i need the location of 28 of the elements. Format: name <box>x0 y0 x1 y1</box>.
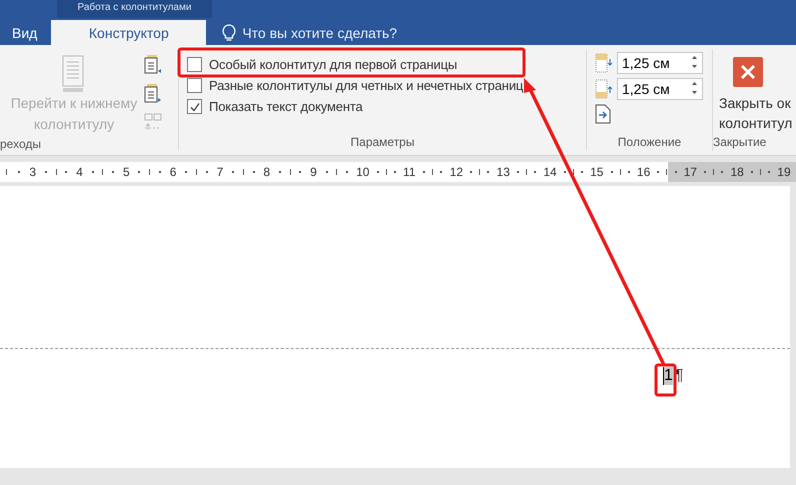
page-number: 1 <box>663 367 673 385</box>
checkbox-label: Показать текст документа <box>209 99 363 114</box>
header-position-icon <box>595 53 613 73</box>
footer-position-icon <box>595 79 613 99</box>
ribbon-tab[interactable]: Конструктор <box>51 20 206 45</box>
checkbox-label: Особый колонтитул для первой страницы <box>209 57 458 72</box>
insert-alignment-tab-icon[interactable] <box>595 104 611 124</box>
tell-me-placeholder: Что вы хотите сделать? <box>242 24 398 40</box>
tell-me-field[interactable]: Что вы хотите сделать? <box>222 20 398 45</box>
margin-spinner[interactable]: 1,25 см <box>617 52 703 74</box>
group-label: реходы <box>0 136 42 153</box>
ruler: 3 4 5 6 7 8 9 10 11 12 13 14 15 16 17 18 19 <box>0 162 796 182</box>
checkbox-label: Разные колонтитулы для четных и нечетных страниц <box>209 78 524 93</box>
lightbulb-icon <box>222 24 236 42</box>
ribbon-tab[interactable]: Вид <box>0 20 50 45</box>
close-header-footer-button[interactable]: Закрыть ок колонтитул <box>719 57 792 133</box>
group-label: Положение <box>616 134 682 151</box>
annotation-frame <box>654 364 676 396</box>
group-label: Закрытие <box>713 134 768 151</box>
next-header-icon[interactable] <box>144 84 162 104</box>
checkbox[interactable] <box>187 78 202 93</box>
checkbox[interactable] <box>187 57 202 72</box>
contextual-tab-title: Работа с колонтитулами <box>57 0 212 18</box>
previous-header-icon[interactable] <box>144 55 162 75</box>
group-label: Параметры <box>350 134 416 151</box>
close-icon <box>733 57 763 87</box>
margin-spinner[interactable]: 1,25 см <box>617 78 703 100</box>
checkbox[interactable] <box>187 99 202 114</box>
